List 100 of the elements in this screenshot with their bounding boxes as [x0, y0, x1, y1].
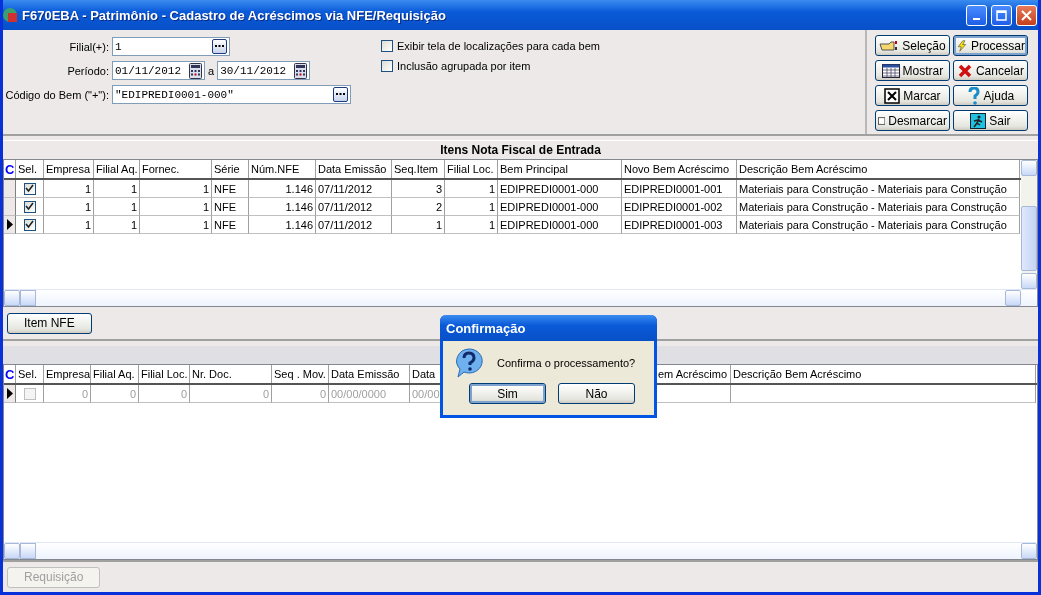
column-header[interactable]: Nr. Doc.: [190, 365, 272, 383]
checkbox[interactable]: [23, 200, 36, 213]
question-mark-icon: [966, 86, 981, 105]
column-header[interactable]: Empresa: [44, 365, 91, 383]
table-cell: 1: [94, 198, 140, 216]
checkbox[interactable]: [381, 60, 393, 72]
action-button[interactable]: Cancelar: [952, 60, 1028, 81]
action-button[interactable]: Seleção: [874, 35, 950, 56]
table-cell: 1.146: [249, 180, 316, 198]
dialog-message: Confirma o processamento?: [497, 357, 636, 369]
maximize-button[interactable]: [991, 4, 1012, 26]
field-label: Período:: [66, 64, 109, 77]
column-header[interactable]: Núm.NFE: [249, 160, 316, 178]
table-cell: 07/11/2012: [316, 216, 392, 234]
checkbox[interactable]: [23, 182, 36, 195]
column-header[interactable]: Data Emissão: [329, 365, 410, 383]
column-header[interactable]: Sel.: [16, 160, 44, 178]
table-cell: 1: [445, 216, 498, 234]
dialog-button[interactable]: Sim: [469, 383, 546, 404]
table-cell: 1: [94, 216, 140, 234]
table-cell: 1: [44, 216, 94, 234]
table-cell: 1: [140, 216, 212, 234]
cross-icon: [956, 62, 973, 79]
row-pointer-icon: [6, 219, 13, 230]
table-cell: EDIPREDI0001-000: [498, 180, 622, 198]
table-cell: NFE: [212, 198, 249, 216]
column-header[interactable]: Fornec.: [140, 160, 212, 178]
checkbox[interactable]: [381, 40, 393, 52]
field-label: Código do Bem ("+"):: [4, 88, 109, 101]
table-cell: 0: [139, 385, 190, 403]
field-label: Filial(+):: [68, 40, 109, 53]
close-icon: [1021, 9, 1032, 21]
column-header[interactable]: Descrição Bem Acréscimo: [737, 160, 1020, 178]
column-header[interactable]: Filial Loc.: [445, 160, 498, 178]
column-header[interactable]: Bem Principal: [498, 160, 622, 178]
table-icon: [881, 63, 900, 78]
horizontal-scrollbar[interactable]: [4, 542, 1037, 559]
table-cell: 0: [44, 385, 91, 403]
question-icon: [453, 347, 485, 379]
table-cell: 0: [91, 385, 139, 403]
corner-label[interactable]: C: [4, 365, 16, 383]
action-button[interactable]: Sair: [952, 110, 1028, 131]
vertical-scrollbar[interactable]: [1021, 160, 1037, 289]
table-cell: 1: [392, 216, 445, 234]
checkbox-label[interactable]: Inclusão agrupada por item: [397, 60, 531, 72]
section-title: Itens Nota Fiscal de Entrada: [440, 143, 601, 157]
table-cell: 0: [190, 385, 272, 403]
action-button[interactable]: Desmarcar: [874, 110, 950, 131]
table-cell: 07/11/2012: [316, 198, 392, 216]
range-separator: a: [208, 64, 215, 77]
column-header[interactable]: Filial Aq.: [91, 365, 139, 383]
table-cell: NFE: [212, 216, 249, 234]
checkbox[interactable]: [23, 218, 36, 231]
table-cell: EDIPREDI0001-001: [622, 180, 737, 198]
table-cell: EDIPREDI0001-000: [498, 216, 622, 234]
window-title: F670EBA - Patrimônio - Cadastro de Acréscimos via NFE/Requisição: [22, 7, 447, 23]
table-cell: EDIPREDI0001-000: [498, 198, 622, 216]
action-button[interactable]: Ajuda: [952, 85, 1028, 106]
calendar-icon[interactable]: [189, 62, 202, 79]
action-button[interactable]: Marcar: [874, 85, 950, 106]
table-cell: Materiais para Construção - Materiais para Construção: [737, 180, 1020, 198]
checkbox-label[interactable]: Exibir tela de localizações para cada bem: [397, 40, 600, 52]
column-header[interactable]: Novo Bem Acréscimo: [622, 160, 737, 178]
column-header[interactable]: Data Emissão: [316, 160, 392, 178]
lightning-icon: [955, 37, 968, 54]
table-cell: NFE: [212, 180, 249, 198]
input-field[interactable]: 1: [112, 37, 230, 56]
column-header[interactable]: Empresa: [44, 160, 94, 178]
calendar-icon[interactable]: [294, 62, 308, 79]
item-nfe-button[interactable]: Item NFE: [7, 312, 92, 334]
action-button[interactable]: Mostrar: [874, 60, 950, 81]
column-header[interactable]: Filial Loc.: [139, 365, 190, 383]
lookup-button[interactable]: [333, 87, 348, 102]
table-cell: 2: [392, 198, 445, 216]
column-header[interactable]: Filial Aq.: [94, 160, 140, 178]
checkbox-cross-icon: [884, 87, 901, 104]
date-field[interactable]: 01/11/2012: [112, 61, 205, 80]
close-button[interactable]: [1016, 4, 1037, 26]
dialog-button[interactable]: Não: [558, 383, 635, 404]
horizontal-scrollbar[interactable]: [4, 289, 1037, 306]
table-cell: 1: [445, 198, 498, 216]
minimize-button[interactable]: [966, 4, 987, 26]
table-cell: EDIPREDI0001-002: [622, 198, 737, 216]
lookup-button[interactable]: [212, 39, 227, 54]
row-indicator[interactable]: [4, 216, 16, 234]
column-header[interactable]: Seq . Mov.: [272, 365, 329, 383]
column-header[interactable]: Série: [212, 160, 249, 178]
maximize-icon: [996, 9, 1007, 21]
date-field[interactable]: 30/11/2012: [217, 61, 311, 80]
column-header[interactable]: Sel.: [16, 365, 44, 383]
action-button[interactable]: Processar: [952, 35, 1028, 56]
table-cell: 1: [140, 198, 212, 216]
ellipsis-icon: [215, 45, 224, 48]
table-cell: 07/11/2012: [316, 180, 392, 198]
input-field[interactable]: "EDIPREDI0001-000": [112, 85, 351, 104]
column-header[interactable]: Seq.Item: [392, 160, 445, 178]
corner-label[interactable]: C: [4, 160, 16, 178]
table-cell: 1.146: [249, 216, 316, 234]
minimize-icon: [973, 17, 980, 20]
column-header[interactable]: Descrição Bem Acréscimo: [731, 365, 1036, 383]
